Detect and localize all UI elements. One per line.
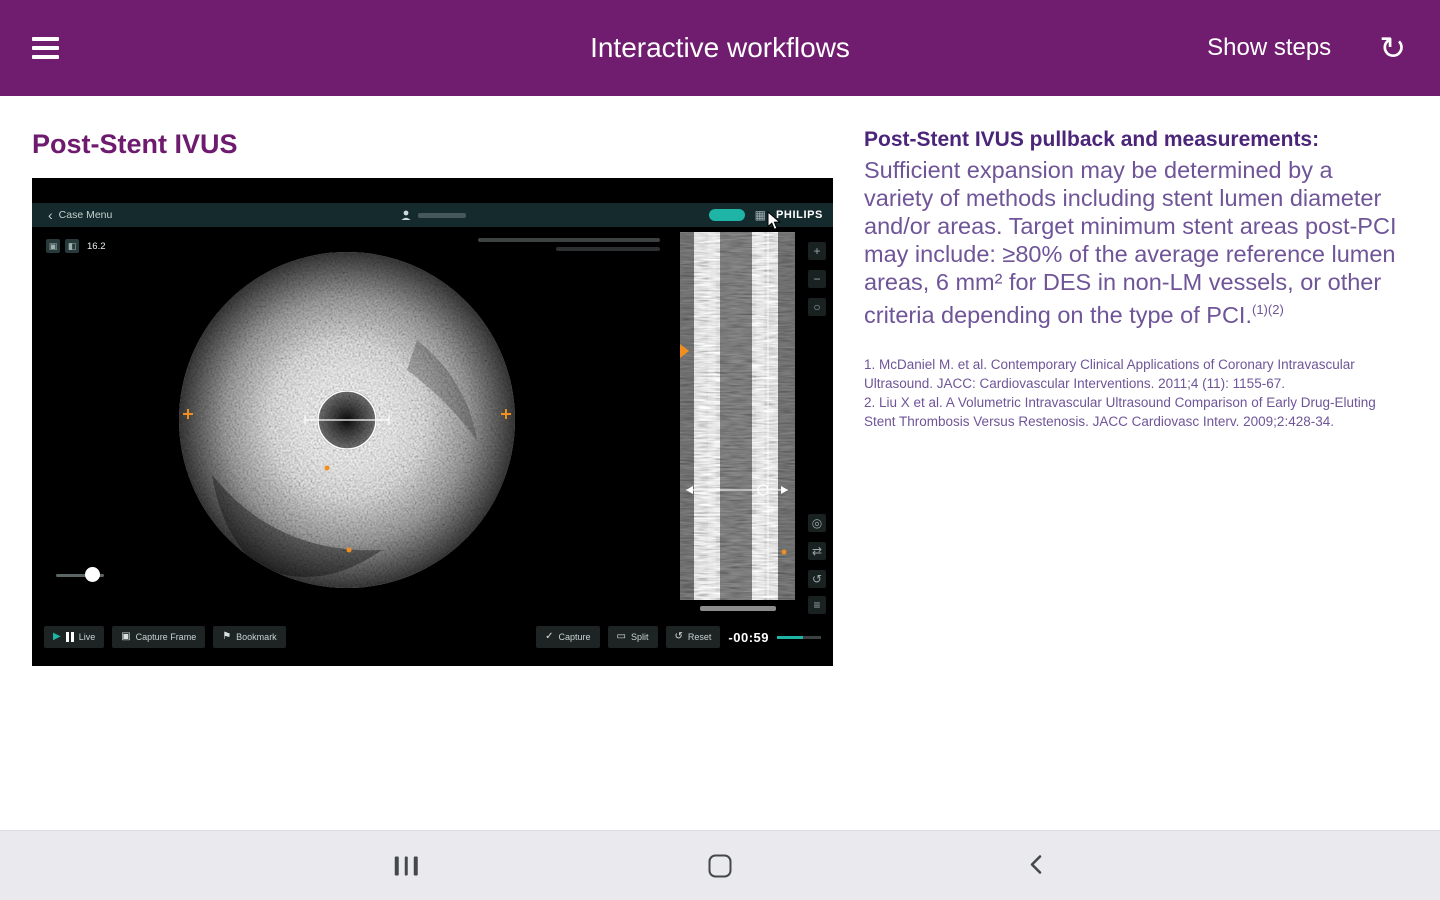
app-title: Interactive workflows (590, 32, 850, 63)
display-mini-controls: ▣ ◧ 16.2 (46, 239, 106, 253)
slider-knob[interactable] (85, 567, 100, 582)
flag-icon: ⚑ (222, 631, 232, 642)
screen: Interactive workflows Show steps ↻ Post-… (0, 0, 1440, 900)
article-body: Sufficient expansion may be determined b… (864, 157, 1397, 328)
split-icon: ▭ (616, 631, 626, 642)
ivus-cross-section-image (179, 252, 515, 588)
frequency-label: 16.2 (87, 240, 106, 252)
playback-progress[interactable] (777, 635, 821, 639)
app-bar-actions: Show steps ↻ (1201, 31, 1412, 65)
refresh-icon[interactable]: ↻ (1373, 31, 1412, 65)
show-steps-button[interactable]: Show steps (1201, 33, 1337, 63)
reset-icon: ↺ (674, 631, 683, 642)
back-icon[interactable] (1018, 844, 1054, 887)
system-nav-bar (0, 830, 1440, 900)
play-icon: ▶ (53, 631, 61, 642)
status-pill[interactable] (708, 209, 745, 221)
check-icon: ✓ (545, 631, 554, 642)
app-bar: Interactive workflows Show steps ↻ (0, 0, 1440, 96)
reference-2: 2. Liu X et al. A Volumetric Intravascul… (864, 394, 1376, 429)
recents-icon[interactable] (387, 848, 426, 883)
frame-icon: ▣ (121, 631, 131, 642)
ivus-top-right: ▦ PHILIPS (708, 203, 823, 227)
case-menu-back-button[interactable]: ‹ Case Menu (42, 203, 118, 227)
display-mode-icon[interactable]: ▣ (46, 239, 60, 253)
capture-button[interactable]: ✓ Capture (536, 626, 600, 648)
marker-dot-2 (346, 547, 352, 553)
mouse-cursor (767, 211, 781, 230)
patient-name-redacted (417, 212, 466, 218)
home-icon[interactable] (701, 846, 740, 885)
target-tool-icon[interactable]: ◎ (808, 514, 826, 532)
ivus-bottom-toolbar: ▶ Live ▣ Capture Frame ⚑ Bookmark ✓ Capt… (44, 624, 821, 650)
article: Post-Stent IVUS pullback and measurement… (864, 128, 1398, 431)
grid-icon: ▦ (754, 208, 766, 222)
reset-button[interactable]: ↺ Reset (665, 626, 721, 648)
tool-column: + − ○ ◎ ⇄ ↺ ≡ (808, 178, 828, 666)
marker-dot-1 (324, 465, 330, 471)
case-menu-label: Case Menu (58, 209, 113, 221)
layers-icon[interactable]: ≡ (808, 596, 826, 614)
zoom-in-icon[interactable]: + (808, 242, 826, 260)
pause-icon (65, 632, 74, 642)
bookmark-button[interactable]: ⚑ Bookmark (213, 626, 286, 648)
display-settings-icon[interactable]: ◧ (65, 239, 79, 253)
patient-info (400, 203, 466, 227)
circle-tool-icon[interactable]: ○ (808, 298, 826, 316)
page-title: Post-Stent IVUS (32, 129, 238, 159)
ivus-player[interactable]: ‹ Case Menu ▦ PHILIPS ▣ ◧ 16.2 + − ○ ◎ ⇄… (32, 178, 833, 666)
references: 1. McDaniel M. et al. Contemporary Clini… (864, 355, 1398, 431)
reference-1: 1. McDaniel M. et al. Contemporary Clini… (864, 356, 1355, 391)
chevron-left-icon: ‹ (48, 207, 53, 223)
article-heading: Post-Stent IVUS pullback and measurement… (864, 128, 1320, 151)
live-button[interactable]: ▶ Live (44, 626, 105, 648)
playback-timer: -00:59 (728, 629, 769, 645)
undo-icon[interactable]: ↺ (808, 570, 826, 588)
citation-marks: (1)(2) (1252, 302, 1284, 317)
menu-icon[interactable] (26, 31, 65, 65)
split-button[interactable]: ▭ Split (607, 626, 658, 648)
ivus-longitudinal-view (680, 232, 795, 600)
ivus-top-bar: ‹ Case Menu ▦ PHILIPS (32, 203, 833, 227)
pullback-scale-label-redacted (700, 606, 776, 611)
image-zoom-slider[interactable] (56, 567, 104, 583)
zoom-out-icon[interactable]: − (808, 270, 826, 288)
user-icon (401, 210, 410, 220)
swap-view-icon[interactable]: ⇄ (808, 542, 826, 560)
capture-frame-button[interactable]: ▣ Capture Frame (112, 626, 206, 648)
